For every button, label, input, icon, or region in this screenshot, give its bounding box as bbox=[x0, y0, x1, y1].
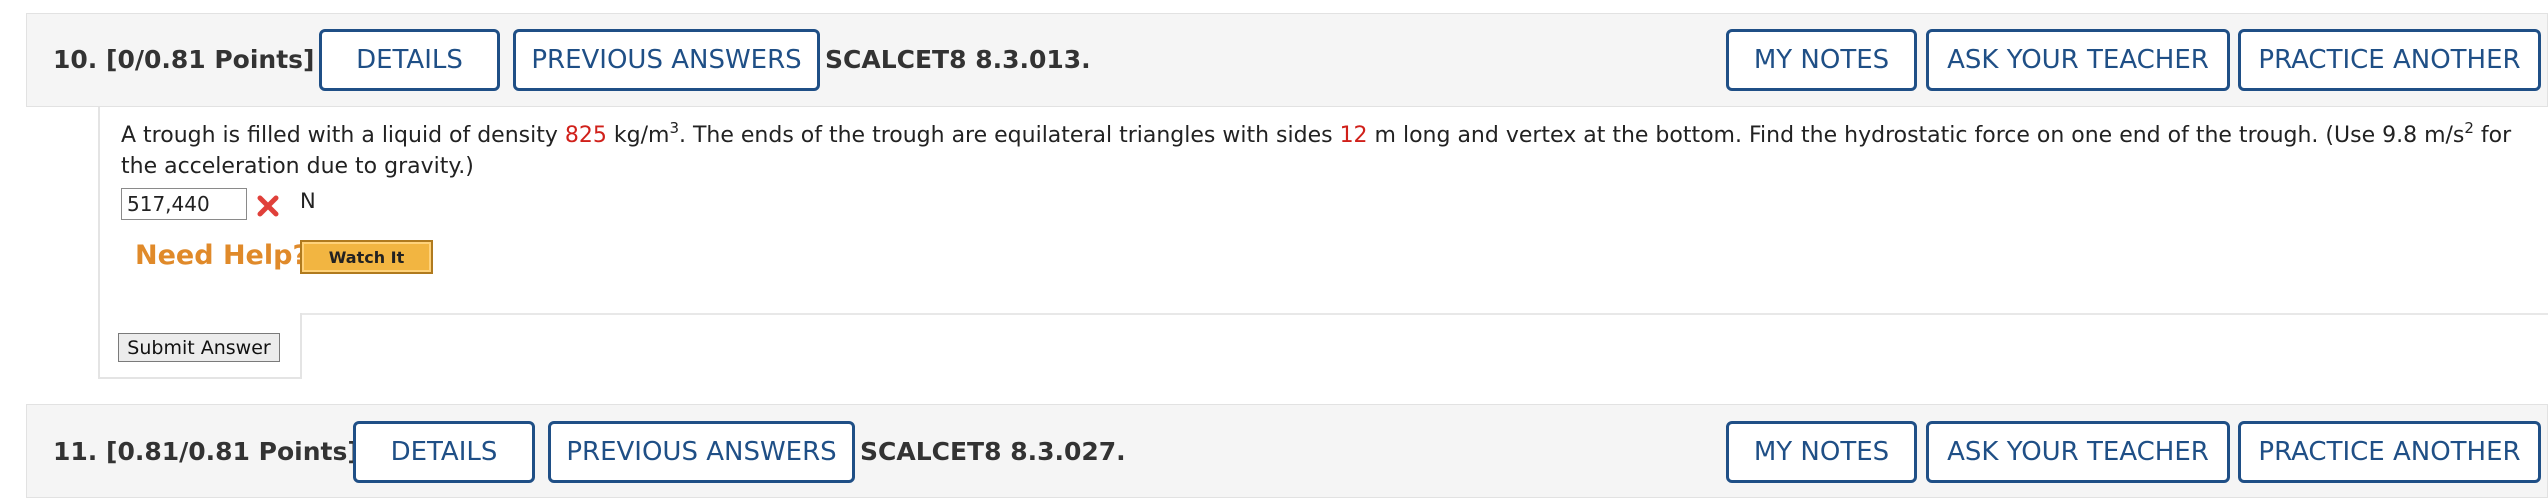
question-points: [0.81/0.81 Points] bbox=[106, 437, 359, 466]
previous-answers-button[interactable]: PREVIOUS ANSWERS bbox=[513, 29, 820, 91]
reference-code: SCALCET8 8.3.027. bbox=[860, 437, 1126, 466]
watch-it-button[interactable]: Watch It bbox=[300, 240, 433, 274]
question-10-title: 10. [0/0.81 Points] bbox=[53, 45, 314, 74]
submit-area-border bbox=[300, 313, 302, 379]
details-button[interactable]: DETAILS bbox=[319, 29, 500, 91]
submit-area-divider bbox=[300, 313, 2548, 315]
side-length-value: 12 bbox=[1339, 123, 1368, 148]
practice-another-button[interactable]: PRACTICE ANOTHER bbox=[2238, 29, 2541, 91]
question-points: [0/0.81 Points] bbox=[106, 45, 315, 74]
question-11-header: 11. [0.81/0.81 Points] DETAILS PREVIOUS … bbox=[26, 404, 2548, 498]
question-text: A trough is filled with a liquid of dens… bbox=[121, 119, 2512, 180]
answer-unit: N bbox=[300, 189, 316, 213]
question-body-border-bottom bbox=[98, 377, 302, 379]
x-mark-icon bbox=[257, 195, 279, 217]
question-10-header: 10. [0/0.81 Points] DETAILS PREVIOUS ANS… bbox=[26, 13, 2548, 107]
ask-your-teacher-button[interactable]: ASK YOUR TEACHER bbox=[1926, 29, 2230, 91]
submit-answer-button[interactable]: Submit Answer bbox=[118, 333, 280, 362]
question-number: 11. bbox=[53, 437, 98, 466]
density-value: 825 bbox=[564, 123, 607, 148]
my-notes-button[interactable]: MY NOTES bbox=[1726, 29, 1917, 91]
answer-input[interactable] bbox=[121, 188, 247, 220]
question-11-title: 11. [0.81/0.81 Points] bbox=[53, 437, 359, 466]
reference-code: SCALCET8 8.3.013. bbox=[825, 45, 1091, 74]
need-help-label: Need Help? bbox=[135, 240, 309, 271]
question-number: 10. bbox=[53, 45, 98, 74]
question-body-border bbox=[98, 107, 100, 379]
